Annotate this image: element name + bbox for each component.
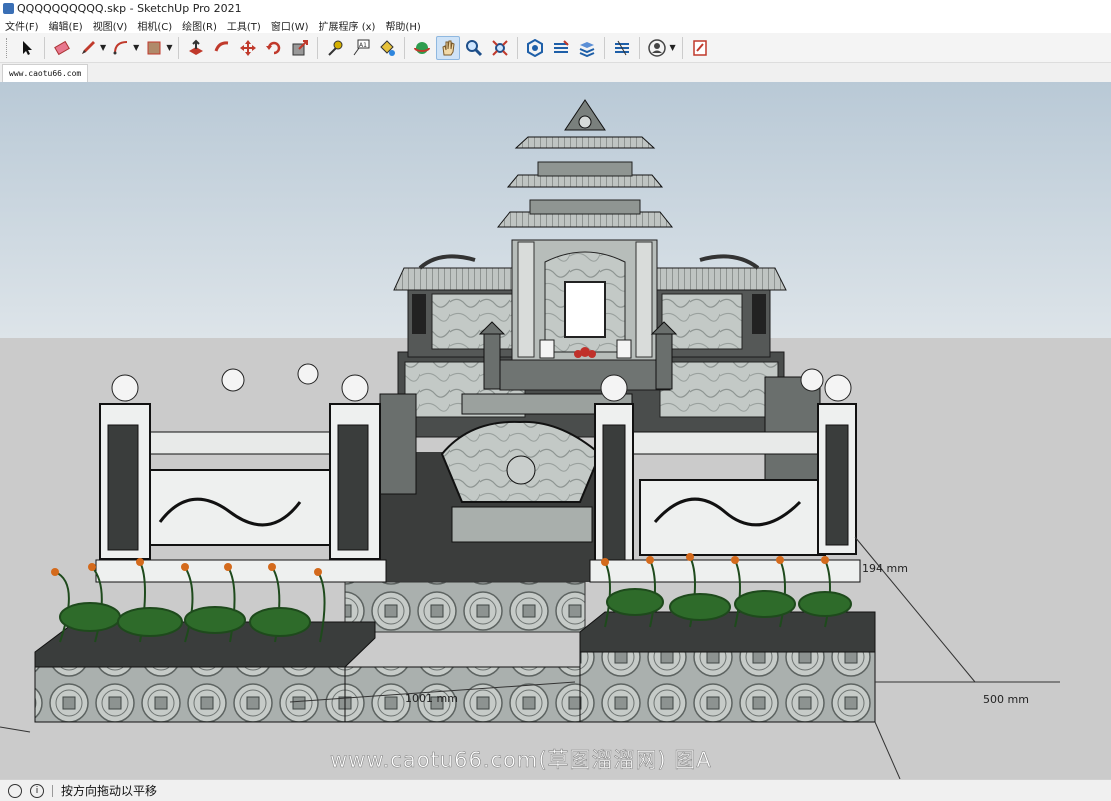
eraser-tool-icon[interactable] [50,36,74,60]
window-title: QQQQQQQQQQ.skp - SketchUp Pro 2021 [17,2,242,15]
menu-draw[interactable]: 绘图(R) [177,18,222,33]
pencil-line-tool-icon[interactable] [76,36,100,60]
toolbar-separator [404,36,406,59]
sketchup-app-icon [3,3,14,14]
status-hint: 按方向拖动以平移 [61,784,158,798]
zoom-extents-tool-icon[interactable] [488,36,512,60]
arc-tool-icon[interactable] [109,36,133,60]
pan-tool-icon[interactable] [436,35,461,60]
select-tool-icon[interactable] [15,36,39,60]
left-stone-lantern [478,321,506,390]
status-location-icon[interactable] [8,783,22,798]
toolbar-separator [681,36,683,59]
menu-help[interactable]: 帮助(H) [380,18,425,33]
layout-tool-icon[interactable] [575,36,599,60]
push-pull-tool-icon[interactable] [184,36,208,60]
menu-file[interactable]: 文件(F) [0,18,44,33]
toolbar-separator [639,36,641,59]
shape-dropdown-icon[interactable]: ▼ [166,43,172,52]
svg-text:A1: A1 [359,42,367,49]
tape-measure-tool-icon[interactable] [323,36,347,60]
line-dropdown-icon[interactable]: ▼ [100,43,106,52]
zoom-tool-icon[interactable] [462,36,486,60]
status-bar: i 按方向拖动以平移 [0,779,1111,801]
dimension-label-3: 500 mm [983,693,1029,706]
rotate-tool-icon[interactable] [262,36,286,60]
account-dropdown-icon[interactable]: ▼ [669,43,675,52]
right-planter [579,611,876,723]
back-right-panel [659,361,779,418]
account-tool-icon[interactable] [645,36,669,60]
toolbar-separator [317,36,319,59]
left-wing-building [393,254,521,358]
scene-tab-bar: www.caotu66.com [0,63,1111,82]
sandbox-tool-icon[interactable] [610,36,634,60]
right-wing-building [654,254,787,358]
watermark-text: www.caotu66.com(草图溜溜网) 图A [330,748,712,772]
toolbar-separator [178,36,180,59]
arc-dropdown-icon[interactable]: ▼ [133,43,139,52]
toolbar-separator [44,36,45,59]
menu-bar: 文件(F) 编辑(E) 视图(V) 相机(C) 绘图(R) 工具(T) 窗口(W… [0,17,1111,33]
menu-tools[interactable]: 工具(T) [222,18,266,33]
model-canvas[interactable]: 194 mm 1001 mm 500 mm www.caotu66.com(草图… [0,82,1111,779]
toolbar-separator [517,36,519,59]
paint-bucket-tool-icon[interactable] [375,36,399,60]
report-tool-icon[interactable] [688,36,712,60]
scale-tool-icon[interactable] [288,36,312,60]
rectangle-tool-icon[interactable] [142,36,166,60]
memorial-plaque [564,281,606,338]
front-base-tiles [344,666,581,723]
scene-tab[interactable]: www.caotu66.com [2,64,89,82]
model-viewport[interactable]: 194 mm 1001 mm 500 mm www.caotu66.com(草图… [0,82,1111,779]
toolbar-separator [604,36,606,59]
menu-view[interactable]: 视图(V) [88,18,133,33]
right-stone-lantern [650,321,678,390]
menu-extensions[interactable]: 扩展程序 (x) [314,18,381,33]
menu-window[interactable]: 窗口(W) [266,18,314,33]
extension-warehouse-tool-icon[interactable] [549,36,573,60]
toolbar-grip[interactable] [6,37,10,58]
follow-me-tool-icon[interactable] [210,36,234,60]
dimension-label-2: 1001 mm [405,692,458,705]
info-icon[interactable]: i [30,783,44,798]
left-planter [34,621,376,723]
menu-camera[interactable]: 相机(C) [132,18,177,33]
menu-edit[interactable]: 编辑(E) [44,18,88,33]
text-tool-icon[interactable]: A1 [349,36,373,60]
coin-tile-floor [344,581,586,633]
warehouse-tool-icon[interactable] [523,36,547,60]
move-tool-icon[interactable] [236,36,260,60]
dimension-label-1: 194 mm [862,562,908,575]
title-bar: QQQQQQQQQQ.skp - SketchUp Pro 2021 [0,0,1111,17]
main-toolbar: ▼ ▼ ▼ A1 ▼ [0,33,1111,63]
status-separator [52,784,53,797]
orbit-tool-icon[interactable] [410,36,434,60]
